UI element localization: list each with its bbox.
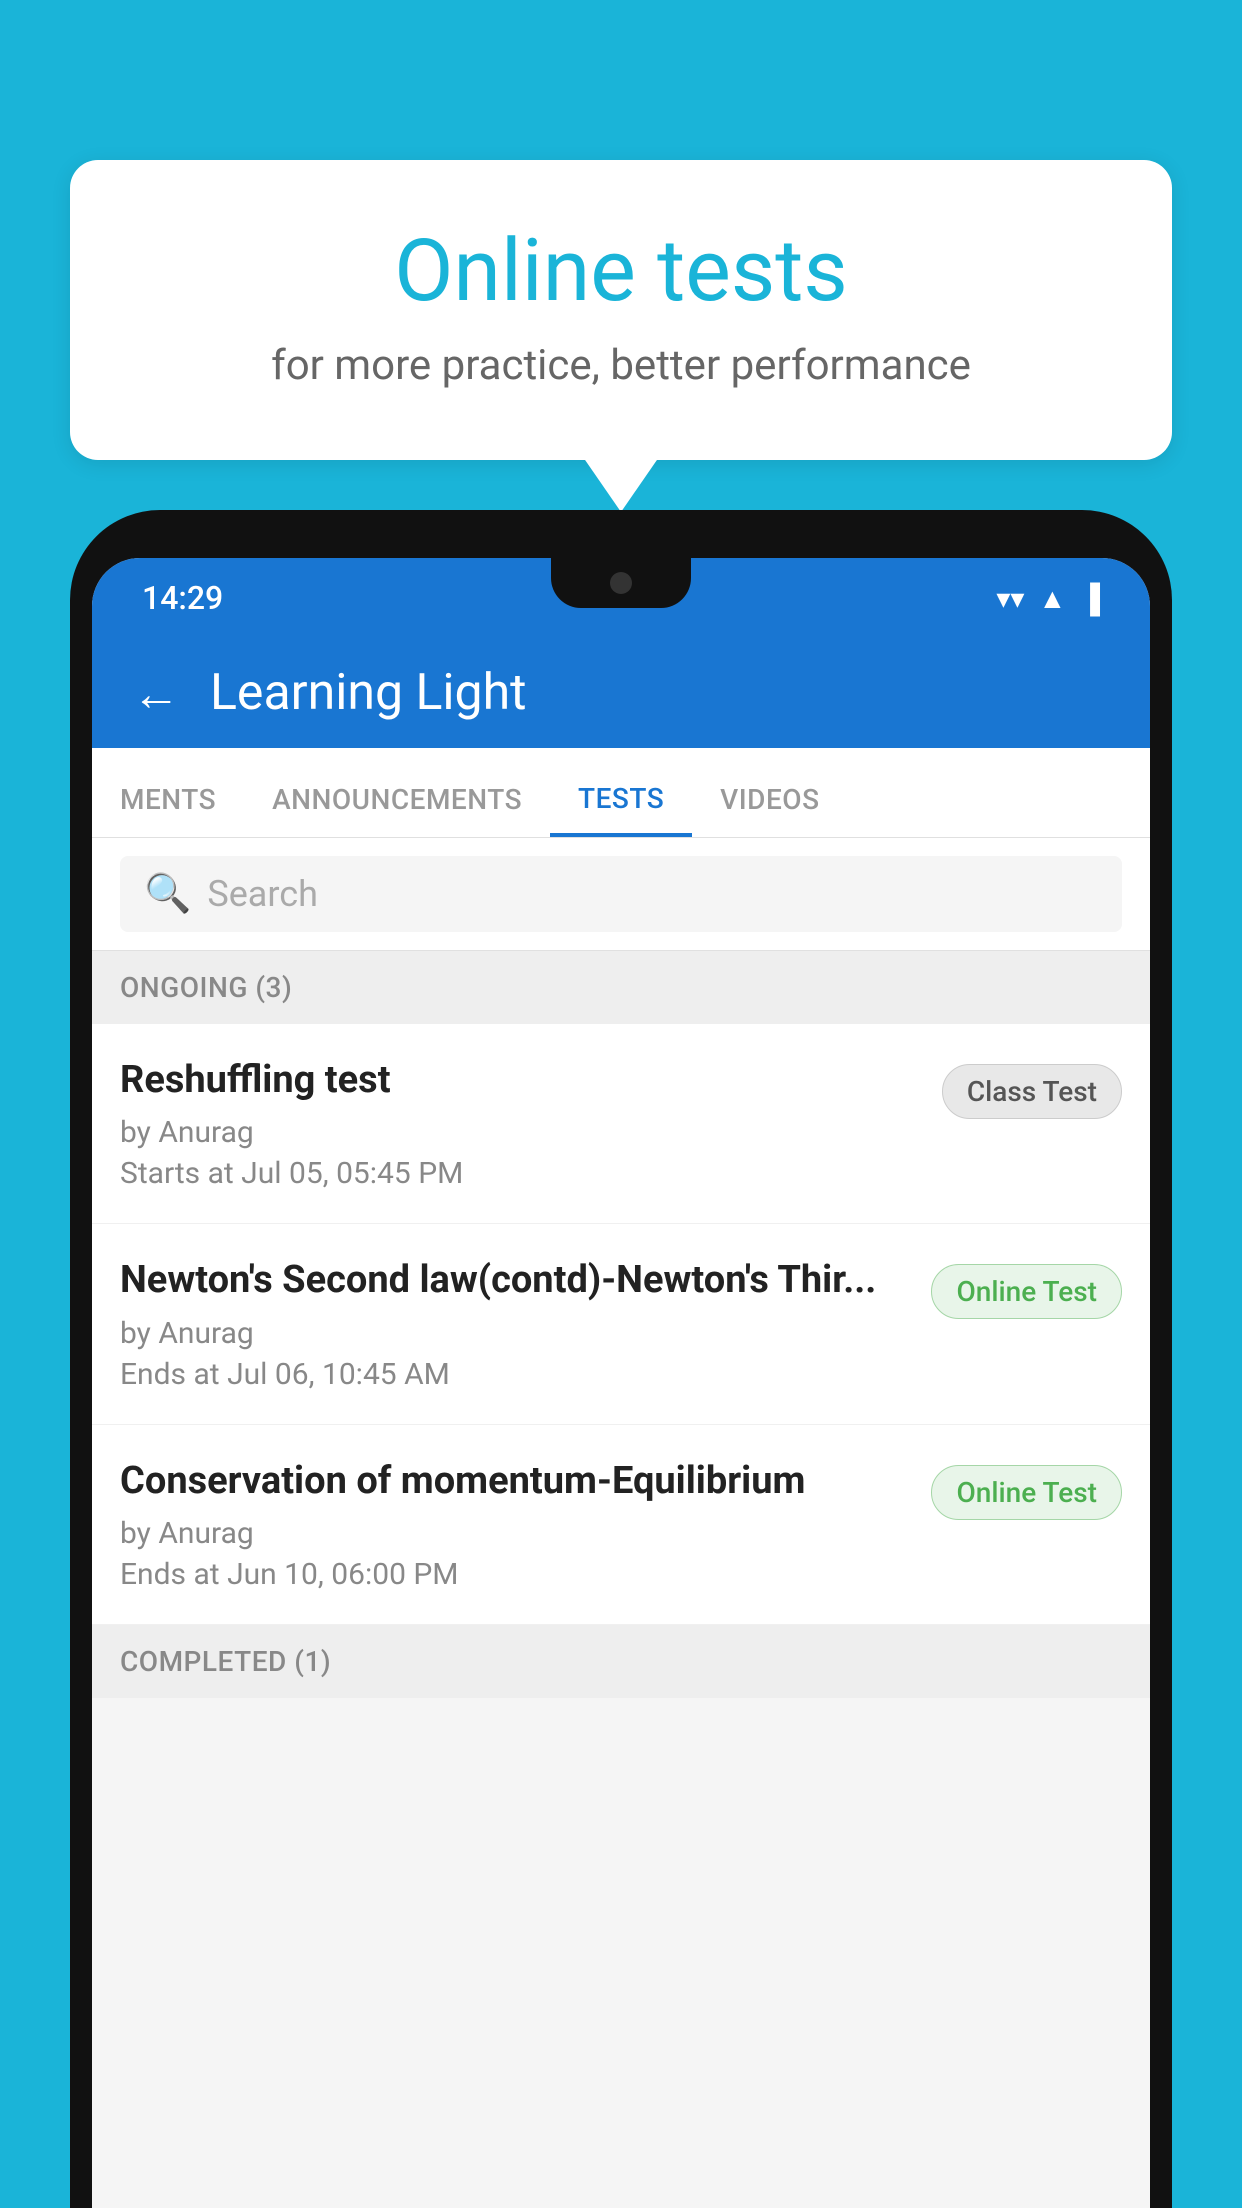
- completed-section-header: COMPLETED (1): [92, 1625, 1150, 1698]
- test-name: Newton's Second law(contd)-Newton's Thir…: [120, 1256, 911, 1305]
- signal-icon: ▲: [1038, 582, 1066, 615]
- speech-bubble: Online tests for more practice, better p…: [70, 160, 1172, 460]
- test-time: Ends at Jul 06, 10:45 AM: [120, 1357, 911, 1392]
- test-info: Conservation of momentum-Equilibrium by …: [120, 1457, 931, 1592]
- test-item[interactable]: Newton's Second law(contd)-Newton's Thir…: [92, 1224, 1150, 1424]
- test-badge-online: Online Test: [931, 1465, 1122, 1520]
- test-item[interactable]: Conservation of momentum-Equilibrium by …: [92, 1425, 1150, 1625]
- tab-ments[interactable]: MENTS: [92, 783, 244, 837]
- bubble-subtitle: for more practice, better performance: [120, 341, 1122, 390]
- phone-inner: 14:29 ▾▾ ▲ ▐ ← Learning Light MENTS ANNO…: [92, 558, 1150, 2208]
- battery-icon: ▐: [1080, 582, 1100, 615]
- tab-tests[interactable]: TESTS: [550, 782, 692, 837]
- time-value: Jul 06, 10:45 AM: [227, 1357, 450, 1392]
- time-label: Ends at: [120, 1357, 220, 1392]
- test-by: by Anurag: [120, 1316, 911, 1351]
- tab-videos[interactable]: VIDEOS: [692, 783, 847, 837]
- test-badge-class: Class Test: [942, 1064, 1122, 1119]
- test-name: Conservation of momentum-Equilibrium: [120, 1457, 911, 1506]
- search-placeholder: Search: [207, 873, 318, 915]
- search-container: 🔍 Search: [92, 838, 1150, 951]
- test-list: Reshuffling test by Anurag Starts at Jul…: [92, 1024, 1150, 1625]
- time-value: Jul 05, 05:45 PM: [241, 1156, 463, 1191]
- back-button[interactable]: ←: [132, 665, 180, 722]
- notch-camera: [610, 572, 632, 594]
- app-header: ← Learning Light: [92, 638, 1150, 748]
- app-title: Learning Light: [210, 664, 527, 722]
- tab-announcements[interactable]: ANNOUNCEMENTS: [244, 783, 550, 837]
- test-info: Reshuffling test by Anurag Starts at Jul…: [120, 1056, 942, 1191]
- search-icon: 🔍: [144, 872, 191, 916]
- test-info: Newton's Second law(contd)-Newton's Thir…: [120, 1256, 931, 1391]
- test-by: by Anurag: [120, 1115, 922, 1150]
- test-time: Starts at Jul 05, 05:45 PM: [120, 1156, 922, 1191]
- test-badge-online: Online Test: [931, 1264, 1122, 1319]
- status-time: 14:29: [142, 579, 223, 617]
- status-icons: ▾▾ ▲ ▐: [996, 582, 1100, 615]
- ongoing-section-header: ONGOING (3): [92, 951, 1150, 1024]
- search-box[interactable]: 🔍 Search: [120, 856, 1122, 932]
- tabs-bar: MENTS ANNOUNCEMENTS TESTS VIDEOS: [92, 748, 1150, 838]
- test-name: Reshuffling test: [120, 1056, 922, 1105]
- test-item[interactable]: Reshuffling test by Anurag Starts at Jul…: [92, 1024, 1150, 1224]
- status-bar: 14:29 ▾▾ ▲ ▐: [92, 558, 1150, 638]
- test-by: by Anurag: [120, 1516, 911, 1551]
- phone-content: 🔍 Search ONGOING (3) Reshuffling test by…: [92, 838, 1150, 2208]
- phone-frame: 14:29 ▾▾ ▲ ▐ ← Learning Light MENTS ANNO…: [70, 510, 1172, 2208]
- notch: [551, 558, 691, 608]
- time-label: Starts at: [120, 1156, 234, 1191]
- time-label: Ends at: [120, 1557, 220, 1592]
- time-value: Jun 10, 06:00 PM: [227, 1557, 458, 1592]
- bubble-title: Online tests: [120, 220, 1122, 321]
- test-time: Ends at Jun 10, 06:00 PM: [120, 1557, 911, 1592]
- wifi-icon: ▾▾: [996, 582, 1024, 615]
